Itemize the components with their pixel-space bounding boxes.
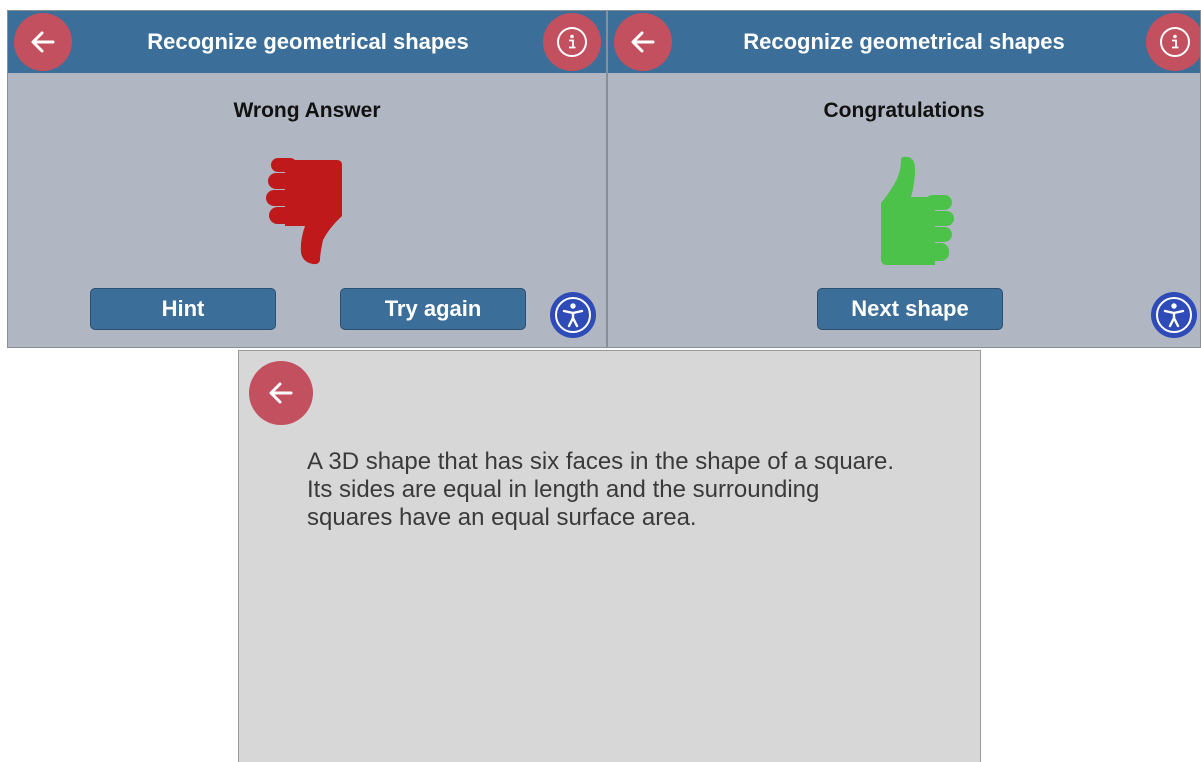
next-shape-button[interactable]: Next shape [817,288,1003,330]
accessibility-icon [1156,297,1192,333]
back-arrow-icon [269,382,293,404]
back-arrow-icon [631,31,655,53]
hint-text: A 3D shape that has six faces in the sha… [307,448,895,531]
accessibility-button[interactable] [1151,292,1197,338]
accessibility-icon [555,297,591,333]
accessibility-button[interactable] [550,292,596,338]
info-icon [1160,27,1190,57]
info-button[interactable] [543,13,601,71]
result-message: Congratulations [823,99,985,122]
app-title: Recognize geometrical shapes [743,29,1065,54]
hint-button[interactable]: Hint [90,288,276,330]
wrong-answer-screen: Recognize geometrical shapes Wrong Answe… [7,10,607,348]
info-icon [557,27,587,57]
thumbs-down-icon [266,158,342,265]
back-button[interactable] [249,361,313,425]
app-title: Recognize geometrical shapes [147,29,469,54]
result-message: Wrong Answer [233,99,381,122]
header-bar: Recognize geometrical shapes [608,11,1200,73]
hint-screen: A 3D shape that has six faces in the sha… [238,350,981,762]
try-again-button[interactable]: Try again [340,288,526,330]
back-button[interactable] [14,13,72,71]
back-arrow-icon [31,31,55,53]
info-button[interactable] [1146,13,1200,71]
back-button[interactable] [614,13,672,71]
thumbs-up-icon [881,156,954,265]
congratulations-screen: Recognize geometrical shapes Congratulat… [607,10,1201,348]
header-bar: Recognize geometrical shapes [8,11,606,73]
